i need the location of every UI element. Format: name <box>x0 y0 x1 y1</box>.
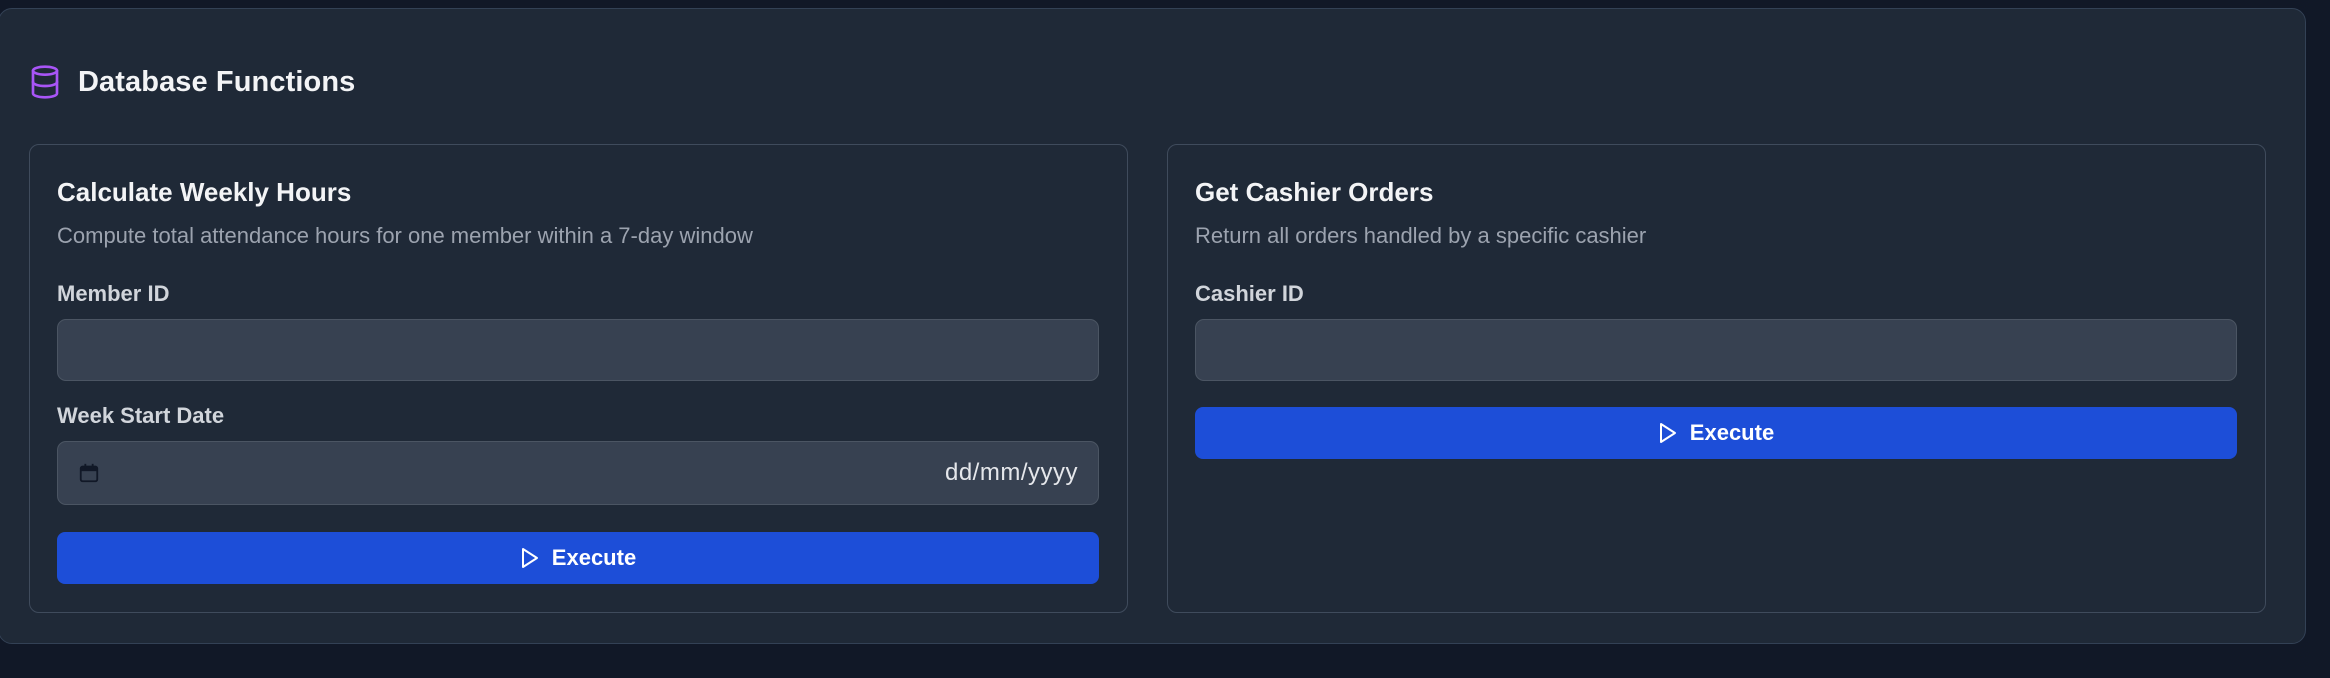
panel-header: Database Functions <box>29 62 355 102</box>
cashier-id-input[interactable] <box>1195 319 2237 381</box>
cashier-orders-execute-button[interactable]: Execute <box>1195 407 2237 459</box>
database-icon <box>29 64 61 100</box>
weekly-hours-description: Compute total attendance hours for one m… <box>57 223 753 248</box>
cashier-orders-description: Return all orders handled by a specific … <box>1195 223 1647 248</box>
calendar-icon[interactable] <box>78 462 100 484</box>
weekly-hours-execute-button[interactable]: Execute <box>57 532 1099 584</box>
play-icon <box>1658 422 1690 444</box>
week-start-date-input[interactable]: dd/mm/yyyy <box>57 441 1099 505</box>
cashier-orders-card: Get Cashier Orders Return all orders han… <box>1167 144 2266 613</box>
cashier-orders-title: Get Cashier Orders <box>1195 177 1434 207</box>
execute-label: Execute <box>551 545 637 570</box>
date-placeholder: dd/mm/yyyy <box>944 459 1078 486</box>
execute-label: Execute <box>1689 420 1775 445</box>
play-icon <box>520 547 552 569</box>
database-functions-panel: Database Functions Calculate Weekly Hour… <box>0 8 2306 644</box>
weekly-hours-card: Calculate Weekly Hours Compute total att… <box>29 144 1128 613</box>
panel-title: Database Functions <box>78 65 356 98</box>
weekly-hours-title: Calculate Weekly Hours <box>57 177 352 207</box>
member-id-label: Member ID <box>57 281 170 306</box>
cashier-id-label: Cashier ID <box>1195 281 1304 306</box>
member-id-input[interactable] <box>57 319 1099 381</box>
week-start-label: Week Start Date <box>57 403 225 428</box>
